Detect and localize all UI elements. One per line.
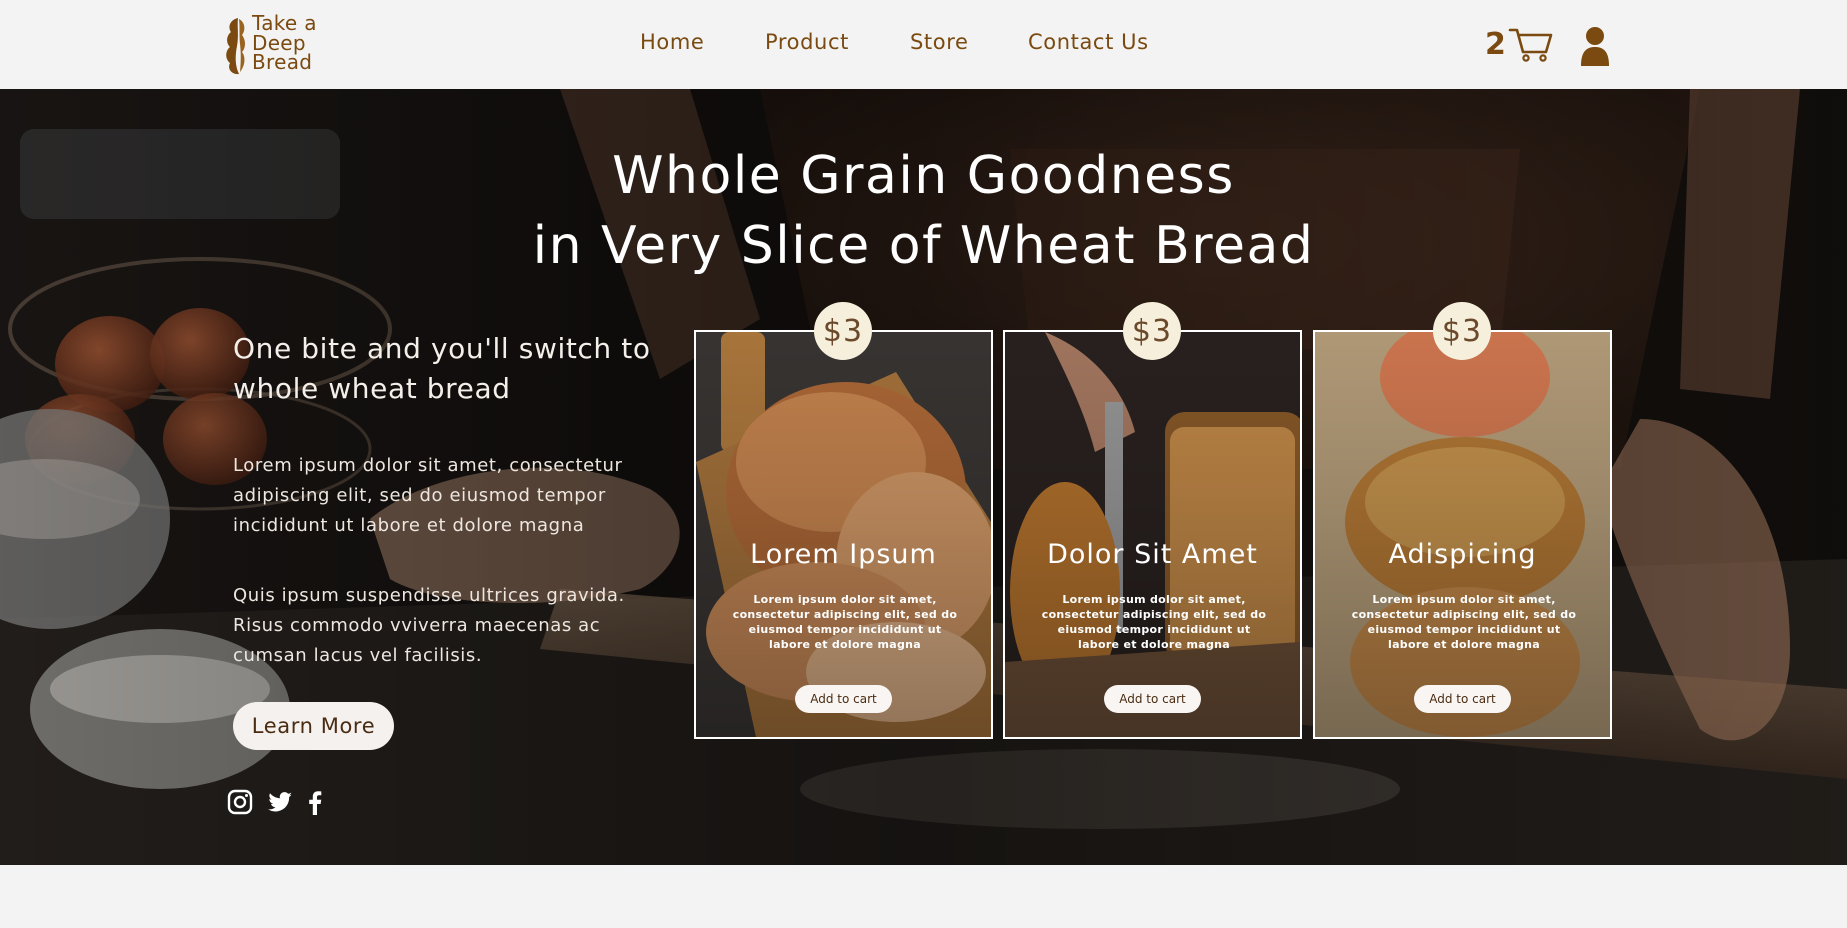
nav-product[interactable]: Product — [765, 30, 849, 54]
price-badge: $3 — [814, 302, 872, 360]
instagram-icon[interactable] — [227, 789, 253, 815]
hero-paragraph: Quis ipsum suspendisse ultrices gravida.… — [233, 585, 625, 666]
cart-count: 2 — [1485, 26, 1506, 62]
add-to-cart-button[interactable]: Add to cart — [1104, 685, 1201, 713]
add-to-cart-button[interactable]: Add to cart — [1414, 685, 1511, 713]
product-card: $3 Lorem Ipsum Lorem ipsum dolor sit ame… — [694, 302, 993, 739]
twitter-icon[interactable] — [267, 789, 293, 815]
hero-title-line: in Very Slice of Wheat Bread — [532, 216, 1315, 276]
nav-home[interactable]: Home — [640, 30, 704, 54]
product-card: $3 Dolor Sit Amet Lorem ipsum dolor sit … — [1003, 302, 1302, 739]
product-card: $3 Adispicing Lorem ipsum dolor sit amet… — [1313, 302, 1612, 739]
card-overlay — [1005, 332, 1300, 737]
hero-paragraph: Lorem ipsum dolor sit amet, consectetur … — [233, 455, 623, 536]
facebook-icon[interactable] — [302, 789, 328, 815]
card-description: Lorem ipsum dolor sit amet, consectetur … — [1041, 593, 1267, 651]
cart-icon — [1508, 28, 1553, 62]
card-title: Lorem Ipsum — [750, 539, 937, 570]
card-overlay — [696, 332, 991, 737]
price-badge: $3 — [1123, 302, 1181, 360]
hero-lead: One bite and you'll switch to whole whea… — [233, 332, 651, 405]
hero-section: Whole Grain Goodness in Very Slice of Wh… — [0, 89, 1847, 865]
price-badge: $3 — [1433, 302, 1491, 360]
site-header: Take a Deep Bread Home Product Store Con… — [0, 0, 1847, 89]
card-description: Lorem ipsum dolor sit amet, consectetur … — [1351, 593, 1577, 651]
card-overlay — [1315, 332, 1610, 737]
hero-title-line: Whole Grain Goodness — [612, 146, 1235, 206]
card-title: Adispicing — [1388, 539, 1537, 570]
card-title: Dolor Sit Amet — [1047, 539, 1258, 570]
add-to-cart-button[interactable]: Add to cart — [795, 685, 892, 713]
user-account-icon[interactable] — [1578, 26, 1612, 66]
nav-store[interactable]: Store — [910, 30, 969, 54]
hero-title: Whole Grain Goodness in Very Slice of Wh… — [0, 141, 1847, 281]
main-nav: Home Product Store Contact Us — [0, 30, 1847, 60]
learn-more-button[interactable]: Learn More — [233, 702, 394, 750]
card-description: Lorem ipsum dolor sit amet, consectetur … — [732, 593, 958, 651]
cart-button[interactable]: 2 — [1485, 26, 1554, 62]
nav-contact-us[interactable]: Contact Us — [1028, 30, 1149, 54]
